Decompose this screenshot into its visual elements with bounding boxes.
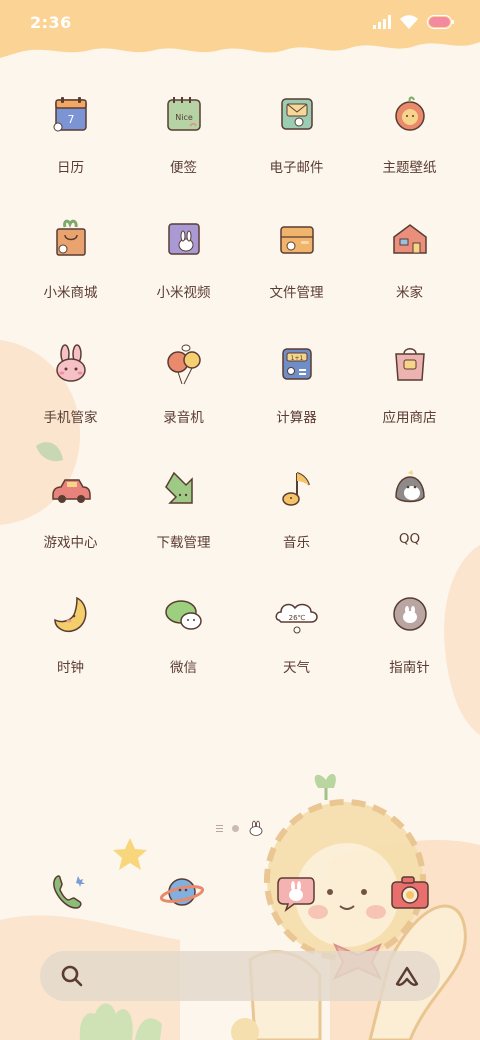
notes-icon-text: Nice — [175, 113, 193, 122]
moon-clock-icon — [47, 590, 95, 638]
download-arrow-icon — [160, 465, 208, 513]
folder-icon — [273, 215, 321, 263]
app-label: 下载管理 — [156, 535, 211, 551]
assistant-icon[interactable] — [394, 965, 420, 987]
app-weather[interactable]: 26℃ 天气 — [240, 590, 353, 715]
bunny-indicator-icon — [249, 820, 263, 836]
app-security[interactable]: 手机管家 — [14, 340, 127, 465]
music-note-icon — [273, 465, 321, 513]
app-label: 微信 — [170, 660, 197, 676]
email-icon — [273, 90, 321, 138]
app-label: 米家 — [396, 285, 423, 301]
app-wechat[interactable]: 微信 — [127, 590, 240, 715]
dock-phone[interactable] — [44, 868, 92, 916]
dock-camera[interactable] — [386, 868, 434, 916]
app-mi-home[interactable]: 米家 — [353, 215, 466, 340]
status-time: 2:36 — [30, 12, 72, 32]
calculator-icon: 1+1 — [273, 340, 321, 388]
app-label: 主题壁纸 — [382, 160, 437, 176]
app-label: 录音机 — [163, 410, 204, 426]
app-calculator[interactable]: 1+1 计算器 — [240, 340, 353, 465]
search-icon[interactable] — [61, 965, 83, 987]
status-bar: 2:36 — [0, 0, 480, 44]
app-label: 计算器 — [276, 410, 317, 426]
app-qq[interactable]: QQ — [353, 465, 466, 590]
app-label: 时钟 — [57, 660, 84, 676]
app-app-store[interactable]: 应用商店 — [353, 340, 466, 465]
app-downloads[interactable]: 下载管理 — [127, 465, 240, 590]
battery-icon — [427, 15, 454, 29]
app-label: 小米商城 — [43, 285, 98, 301]
app-label: 文件管理 — [269, 285, 324, 301]
phone-icon — [53, 875, 85, 909]
app-clock[interactable]: 时钟 — [14, 590, 127, 715]
weather-icon-temp: 26℃ — [288, 614, 305, 622]
signal-icon — [373, 15, 391, 29]
calculator-icon-text: 1+1 — [290, 355, 303, 362]
car-icon — [47, 465, 95, 513]
app-label: 手机管家 — [43, 410, 98, 426]
app-label: 指南针 — [389, 660, 430, 676]
app-label: 游戏中心 — [43, 535, 98, 551]
store-bag-icon — [386, 340, 434, 388]
app-mi-store[interactable]: 小米商城 — [14, 215, 127, 340]
wifi-icon — [400, 15, 418, 29]
app-calendar[interactable]: 7 日历 — [14, 90, 127, 215]
weather-cloud-icon: 26℃ — [273, 590, 321, 638]
dock-browser[interactable] — [158, 868, 206, 916]
compass-icon — [386, 590, 434, 638]
bunny-icon — [47, 340, 95, 388]
app-recorder[interactable]: 录音机 — [127, 340, 240, 465]
app-label: 便签 — [170, 160, 197, 176]
app-mi-video[interactable]: 小米视频 — [127, 215, 240, 340]
themes-icon — [386, 90, 434, 138]
calendar-icon: 7 — [47, 90, 95, 138]
app-label: 天气 — [283, 660, 310, 676]
dock-messages[interactable] — [272, 868, 320, 916]
app-file-manager[interactable]: 文件管理 — [240, 215, 353, 340]
search-bar[interactable] — [40, 951, 440, 1001]
video-icon — [160, 215, 208, 263]
penguin-icon — [386, 465, 434, 513]
app-compass[interactable]: 指南针 — [353, 590, 466, 715]
app-label: 应用商店 — [382, 410, 437, 426]
bunny-message-icon — [277, 877, 315, 913]
calendar-icon-day: 7 — [67, 113, 74, 126]
app-label: 音乐 — [283, 535, 310, 551]
app-label: QQ — [398, 531, 421, 547]
app-email[interactable]: 电子邮件 — [240, 90, 353, 215]
app-label: 电子邮件 — [269, 160, 324, 176]
app-music[interactable]: 音乐 — [240, 465, 353, 590]
app-label: 小米视频 — [156, 285, 211, 301]
app-game-center[interactable]: 游戏中心 — [14, 465, 127, 590]
status-icons — [373, 15, 454, 29]
app-themes[interactable]: 主题壁纸 — [353, 90, 466, 215]
shopping-bag-icon — [47, 215, 95, 263]
planet-icon — [159, 878, 205, 906]
app-notes[interactable]: Nice 便签 — [127, 90, 240, 215]
camera-icon — [391, 876, 429, 909]
notes-icon: Nice — [160, 90, 208, 138]
house-icon — [386, 215, 434, 263]
app-grid: 7 日历 Nice 便签 电子邮件 主题壁纸 小米商城 小米视频 文件管理 米家… — [14, 90, 466, 715]
app-label: 日历 — [57, 160, 84, 176]
page-indicator-menu — [216, 824, 223, 832]
balloons-icon — [160, 340, 208, 388]
page-indicator-dot — [232, 824, 239, 832]
page-indicator[interactable] — [216, 820, 264, 836]
chat-bubbles-icon — [160, 590, 208, 638]
